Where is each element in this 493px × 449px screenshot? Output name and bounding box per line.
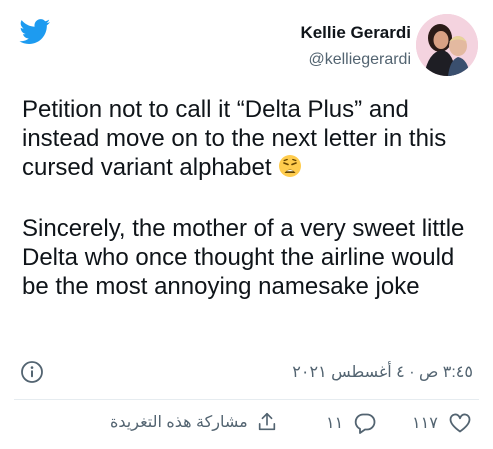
like-button[interactable]: ١١٧ xyxy=(412,411,472,435)
author-handle[interactable]: @kelliegerardi xyxy=(300,49,411,71)
divider xyxy=(14,399,479,400)
reply-button[interactable]: ١١ xyxy=(326,411,377,435)
info-icon[interactable] xyxy=(20,360,44,384)
tweet-paragraph-1: Petition not to call it “Delta Plus” and… xyxy=(22,95,477,185)
avatar-photo xyxy=(416,14,478,76)
reply-icon xyxy=(354,413,376,434)
tweet-paragraph-1-text: Petition not to call it “Delta Plus” and… xyxy=(22,96,453,181)
twitter-bird-icon[interactable] xyxy=(19,19,51,45)
author-name[interactable]: Kellie Gerardi xyxy=(300,22,411,44)
share-label: مشاركة هذه التغريدة xyxy=(110,414,248,431)
share-button[interactable]: مشاركة هذه التغريدة xyxy=(110,411,278,433)
heart-icon xyxy=(449,413,471,433)
tweet-text: Petition not to call it “Delta Plus” and… xyxy=(22,95,477,301)
share-icon xyxy=(258,412,275,431)
author-block[interactable]: Kellie Gerardi @kelliegerardi xyxy=(300,22,411,71)
reply-count: ١١ xyxy=(326,415,344,432)
embedded-tweet-card: Kellie Gerardi @kelliegerardi Petition n… xyxy=(0,0,493,449)
tweet-timestamp[interactable]: ٣:٤٥ ص · ٤ أغسطس ٢٠٢١ xyxy=(292,362,473,382)
tweet-actions-bar: مشاركة هذه التغريدة ١١ ١١٧ xyxy=(0,402,493,447)
weary-face-emoji-icon xyxy=(278,154,302,185)
like-count: ١١٧ xyxy=(412,415,438,432)
tweet-paragraph-2: Sincerely, the mother of a very sweet li… xyxy=(22,215,472,300)
avatar[interactable] xyxy=(416,14,478,76)
